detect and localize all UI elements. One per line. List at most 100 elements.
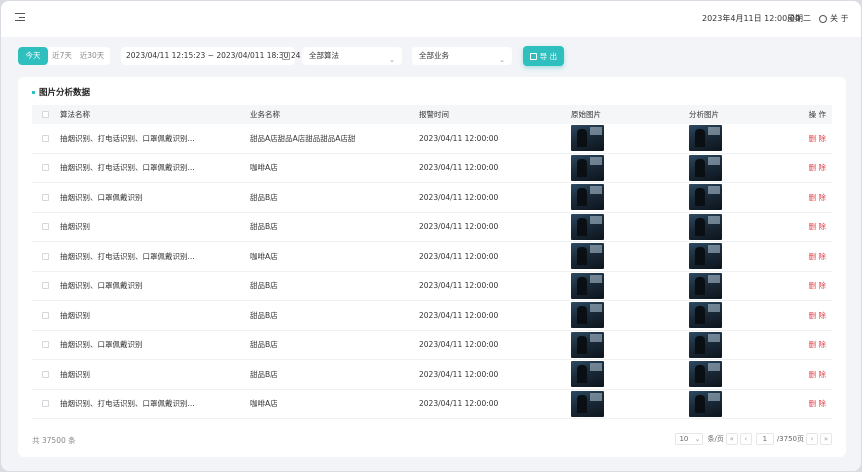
- col-action: 操 作: [808, 110, 826, 119]
- row-checkbox[interactable]: [42, 223, 49, 231]
- row-checkbox[interactable]: [42, 193, 49, 201]
- row-checkbox[interactable]: [42, 252, 49, 260]
- delete-button[interactable]: 删 除: [809, 311, 826, 320]
- about-button[interactable]: 关 于: [819, 13, 849, 24]
- row-checkbox[interactable]: [42, 400, 49, 408]
- algorithm-select[interactable]: 全部算法 ⌄: [302, 47, 402, 65]
- cell-algorithm: 抽烟识别、口罩佩戴识别: [60, 192, 143, 202]
- row-checkbox[interactable]: [42, 134, 49, 142]
- delete-button[interactable]: 删 除: [809, 281, 826, 290]
- original-image-thumbnail[interactable]: [571, 184, 604, 211]
- analysis-image-thumbnail[interactable]: [689, 272, 722, 299]
- next-page-button[interactable]: ›: [806, 433, 818, 445]
- cell-time: 2023/04/11 12:00:00: [419, 310, 499, 320]
- original-image-thumbnail[interactable]: [571, 154, 604, 181]
- row-checkbox[interactable]: [42, 370, 49, 378]
- total-count: 共 37500 条: [32, 436, 76, 445]
- title-marker: [32, 90, 35, 94]
- pagination: 10 ⌄ 条/页 « ‹ 1 /3750页 › »: [675, 433, 832, 445]
- date-quick-tabs: 今天 近7天 近30天: [18, 47, 110, 65]
- original-image-thumbnail[interactable]: [571, 272, 604, 299]
- table-row: 抽烟识别、打电话识别、口罩佩戴识别... 咖啡A店 2023/04/11 12:00…: [32, 242, 832, 272]
- cell-business: 咖啡A店: [250, 163, 278, 173]
- delete-button[interactable]: 删 除: [809, 193, 826, 202]
- date-range-picker[interactable]: 2023/04/11 12:15:23 ~ 2023/04/011 18:30:…: [121, 47, 300, 65]
- page-size-select[interactable]: 10 ⌄: [675, 433, 704, 445]
- delete-button[interactable]: 删 除: [809, 222, 826, 231]
- last-page-button[interactable]: »: [820, 433, 832, 445]
- cell-algorithm: 抽烟识别: [60, 369, 90, 379]
- current-weekday: 星期二: [787, 14, 811, 23]
- analysis-image-thumbnail[interactable]: [689, 125, 722, 152]
- original-image-thumbnail[interactable]: [571, 331, 604, 358]
- cell-business: 甜品B店: [250, 340, 278, 350]
- cell-time: 2023/04/11 12:00:00: [419, 399, 499, 409]
- original-image-thumbnail[interactable]: [571, 390, 604, 417]
- row-checkbox[interactable]: [42, 311, 49, 319]
- total-pages-label: /3750页: [776, 435, 804, 443]
- analysis-image-thumbnail[interactable]: [689, 361, 722, 388]
- analysis-image-thumbnail[interactable]: [689, 243, 722, 270]
- original-image-thumbnail[interactable]: [571, 213, 604, 240]
- export-icon: [529, 52, 537, 60]
- menu-fold-icon[interactable]: [15, 13, 25, 23]
- page-number-input[interactable]: 1: [755, 433, 774, 445]
- col-business: 业务名称: [250, 110, 280, 119]
- business-select-value: 全部业务: [419, 51, 449, 60]
- first-page-button[interactable]: «: [725, 433, 738, 445]
- analysis-image-thumbnail[interactable]: [689, 302, 722, 329]
- cell-algorithm: 抽烟识别、打电话识别、口罩佩戴识别...: [60, 251, 195, 261]
- table-row: 抽烟识别、打电话识别、口罩佩戴识别... 咖啡A店 2023/04/11 12:00…: [32, 390, 832, 419]
- analysis-table: 算法名称 业务名称 报警时间 原始图片 分析图片 操 作 抽烟识别、打电话识别、…: [32, 105, 832, 419]
- analysis-image-thumbnail[interactable]: [689, 213, 722, 240]
- cell-algorithm: 抽烟识别、打电话识别、口罩佩戴识别...: [60, 133, 195, 143]
- calendar-icon: [282, 52, 290, 60]
- chevron-down-icon: ⌄: [694, 435, 701, 443]
- row-checkbox[interactable]: [42, 164, 49, 172]
- cell-time: 2023/04/11 12:00:00: [419, 192, 499, 202]
- info-icon: [819, 14, 827, 23]
- original-image-thumbnail[interactable]: [571, 125, 604, 152]
- col-time: 报警时间: [419, 110, 449, 119]
- about-label: 关 于: [830, 14, 849, 23]
- cell-business: 甜品B店: [250, 369, 278, 379]
- cell-time: 2023/04/11 12:00:00: [419, 281, 499, 291]
- table-row: 抽烟识别、口罩佩戴识别 甜品B店 2023/04/11 12:00:00 删 除: [32, 183, 832, 213]
- analysis-image-thumbnail[interactable]: [689, 184, 722, 211]
- row-checkbox[interactable]: [42, 282, 49, 290]
- col-analysis-image: 分析图片: [689, 110, 719, 119]
- app-window: 2023年4月11日 12:00:00 星期二 关 于 今天 近7天 近30天 …: [1, 1, 861, 471]
- analysis-image-thumbnail[interactable]: [689, 331, 722, 358]
- select-all-checkbox[interactable]: [42, 111, 49, 118]
- delete-button[interactable]: 删 除: [809, 163, 826, 172]
- cell-business: 甜品B店: [250, 192, 278, 202]
- cell-business: 咖啡A店: [250, 251, 278, 261]
- tab-today[interactable]: 今天: [18, 47, 48, 65]
- delete-button[interactable]: 删 除: [809, 252, 826, 261]
- cell-algorithm: 抽烟识别、口罩佩戴识别: [60, 281, 143, 291]
- algorithm-select-value: 全部算法: [309, 51, 339, 60]
- original-image-thumbnail[interactable]: [571, 361, 604, 388]
- tab-last-30-days[interactable]: 近30天: [76, 47, 108, 65]
- delete-button[interactable]: 删 除: [809, 370, 826, 379]
- delete-button[interactable]: 删 除: [809, 340, 826, 349]
- tab-last-7-days[interactable]: 近7天: [48, 47, 76, 65]
- current-datetime: 2023年4月11日 12:00:00: [702, 14, 801, 23]
- table-body: 抽烟识别、打电话识别、口罩佩戴识别... 甜品A店甜品A店甜品甜品A店甜 2023/…: [32, 124, 832, 419]
- row-checkbox[interactable]: [42, 341, 49, 349]
- business-select[interactable]: 全部业务 ⌄: [412, 47, 512, 65]
- original-image-thumbnail[interactable]: [571, 302, 604, 329]
- analysis-image-thumbnail[interactable]: [689, 390, 722, 417]
- analysis-image-thumbnail[interactable]: [689, 154, 722, 181]
- cell-algorithm: 抽烟识别: [60, 222, 90, 232]
- table-row: 抽烟识别 甜品B店 2023/04/11 12:00:00 删 除: [32, 213, 832, 242]
- table-row: 抽烟识别 甜品B店 2023/04/11 12:00:00 删 除: [32, 360, 832, 390]
- prev-page-button[interactable]: ‹: [739, 433, 752, 445]
- cell-time: 2023/04/11 12:00:00: [419, 163, 499, 173]
- export-button[interactable]: 导 出: [523, 46, 564, 66]
- original-image-thumbnail[interactable]: [571, 243, 604, 270]
- cell-time: 2023/04/11 12:00:00: [419, 340, 499, 350]
- page-size-value: 10: [679, 435, 689, 443]
- delete-button[interactable]: 删 除: [809, 134, 826, 143]
- delete-button[interactable]: 删 除: [809, 399, 826, 408]
